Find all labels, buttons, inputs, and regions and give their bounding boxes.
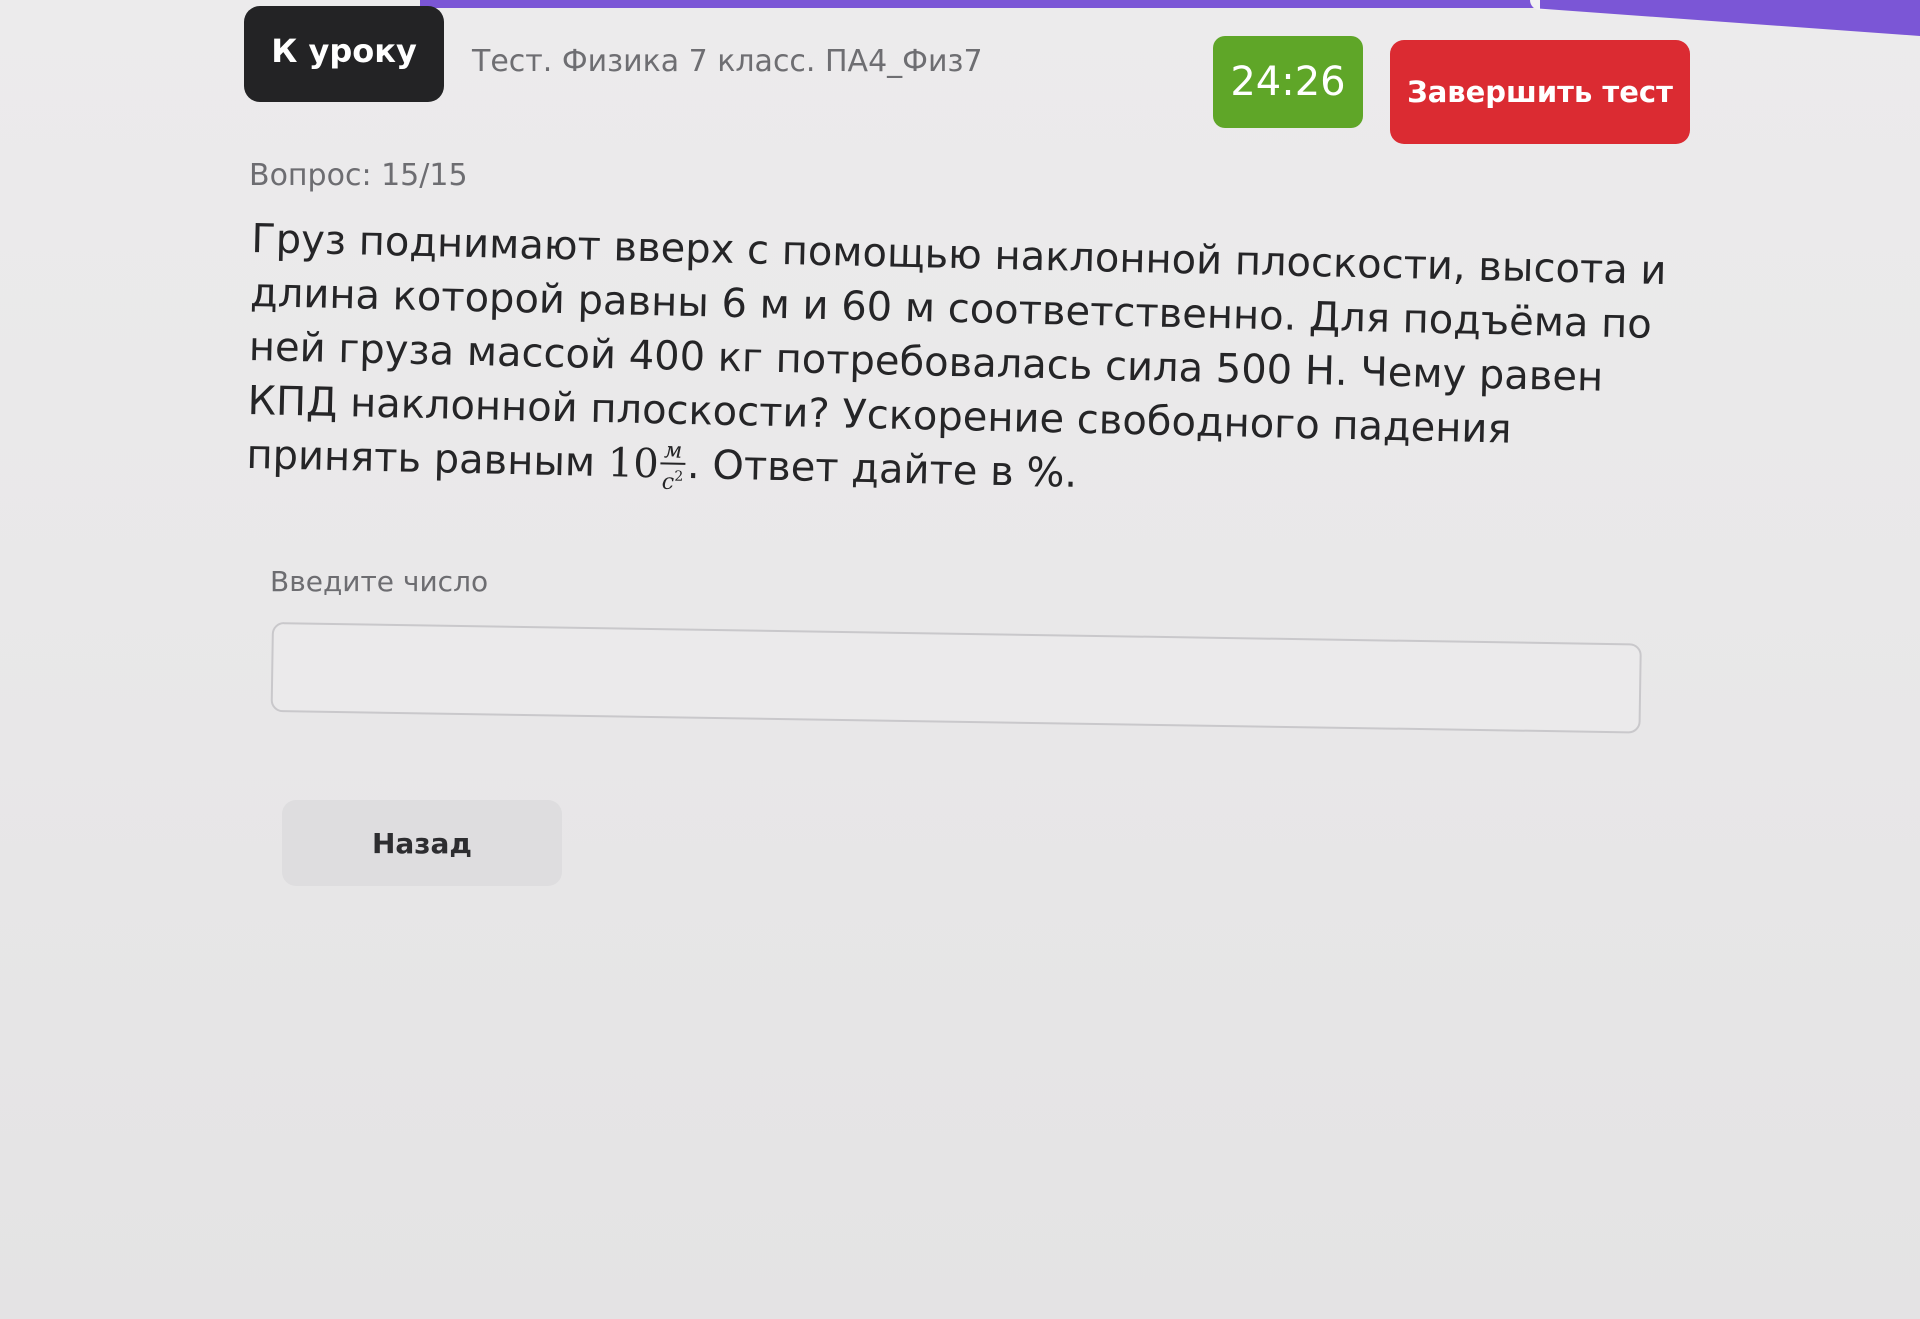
question-line-suffix: . Ответ дайте в %.	[686, 441, 1078, 497]
question-counter: Вопрос: 15/15	[249, 158, 468, 193]
question-text: Груз поднимают вверх с помощью наклонной…	[245, 212, 1667, 516]
finish-test-button[interactable]: Завершить тест	[1390, 40, 1690, 144]
back-to-lesson-button[interactable]: К уроку	[244, 6, 444, 102]
countdown-timer: 24:26	[1213, 36, 1363, 128]
gravity-unit-power: 2	[674, 468, 684, 485]
gravity-formula: 10 м с2	[607, 438, 687, 495]
gravity-unit-fraction: м с2	[660, 438, 686, 495]
answer-input[interactable]	[270, 622, 1642, 734]
test-title: Тест. Физика 7 класс. ПА4_Физ7	[472, 44, 983, 79]
gravity-unit-denominator: с	[661, 469, 675, 495]
top-accent-bar-right	[1540, 0, 1920, 36]
gravity-unit-denominator-wrap: с2	[662, 464, 684, 495]
gravity-unit-numerator: м	[660, 438, 686, 465]
question-line-prefix: принять равным	[245, 431, 609, 487]
gravity-value: 10	[607, 440, 660, 488]
back-button[interactable]: Назад	[282, 800, 562, 886]
answer-label: Введите число	[270, 565, 489, 598]
